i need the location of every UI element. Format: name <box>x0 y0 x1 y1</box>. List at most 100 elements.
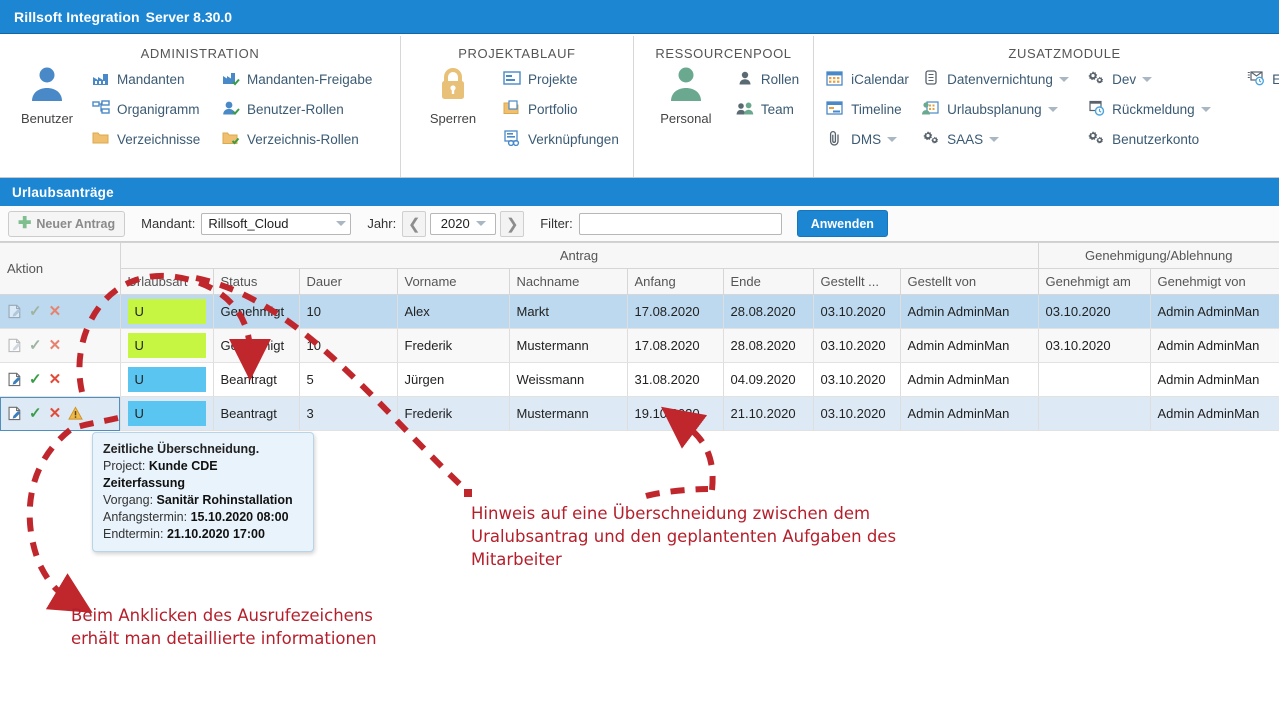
reject-icon[interactable]: ✕ <box>49 406 62 421</box>
table-row[interactable]: ✓ ✕ U Beantragt 3 Frederik Mustermann 19.10.202… <box>0 396 1279 431</box>
vacation-icon <box>922 100 942 118</box>
approve-icon[interactable]: ✓ <box>29 372 42 387</box>
edit-icon[interactable] <box>7 372 22 387</box>
ribbon-item-benutzerkonto[interactable]: Benutzerkonto <box>1087 124 1247 154</box>
chevron-down-icon[interactable] <box>1047 106 1058 112</box>
ribbon-item-rueckmeldung[interactable]: Rückmeldung <box>1087 94 1247 124</box>
cell-nachname: Mustermann <box>509 396 628 431</box>
tooltip-project-label: Project: <box>103 459 146 473</box>
ribbon-group-zusatzmodule: ZUSATZMODULE iCalendar Timeline DMS Date… <box>813 36 1279 177</box>
chevron-down-icon[interactable] <box>336 221 347 226</box>
approve-icon[interactable]: ✓ <box>29 304 42 319</box>
chevron-down-icon[interactable] <box>1200 106 1211 112</box>
ribbon-item-benutzer-rollen[interactable]: Benutzer-Rollen <box>222 94 392 124</box>
year-select[interactable]: 2020 <box>430 212 497 235</box>
chevron-down-icon[interactable] <box>989 136 1000 142</box>
gears-icon <box>922 130 942 148</box>
column-header-anfang[interactable]: Anfang <box>627 268 724 295</box>
ribbon-item-saas[interactable]: SAAS <box>922 124 1087 154</box>
column-group-antrag: Antrag <box>120 243 1039 269</box>
ribbon-item-team[interactable]: Team <box>736 94 805 124</box>
ribbon-item-verzeichnisse[interactable]: Verzeichnisse <box>92 124 212 154</box>
warning-icon[interactable] <box>68 406 84 421</box>
ribbon-item-mandanten[interactable]: Mandanten <box>92 64 212 94</box>
column-header-genehmigt-am[interactable]: Genehmigt am <box>1038 268 1151 295</box>
chevron-down-icon[interactable] <box>1142 76 1153 82</box>
tooltip-start-value: 15.10.2020 08:00 <box>190 510 289 524</box>
reject-icon[interactable]: ✕ <box>49 304 62 319</box>
approve-icon[interactable]: ✓ <box>29 406 42 421</box>
ribbon-group-administration: ADMINISTRATION Benutzer Mandanten Organi… <box>0 36 400 177</box>
filter-toolbar: ✚ Neuer Antrag Mandant: Rillsoft_Cloud J… <box>0 206 1279 242</box>
grid-group-header-row: Aktion Antrag Genehmigung/Ablehnung <box>0 243 1279 295</box>
column-header-aktion[interactable]: Aktion <box>0 243 121 295</box>
cell-gestellt-am: 03.10.2020 <box>813 396 901 431</box>
chevron-right-icon[interactable]: ❯ <box>500 210 525 237</box>
mandant-select[interactable]: Rillsoft_Cloud <box>201 212 352 235</box>
chevron-down-icon[interactable] <box>1058 76 1069 82</box>
cell-vorname: Alex <box>397 294 510 329</box>
column-header-status[interactable]: Status <box>213 268 300 295</box>
cell-urlaubsart: U <box>120 294 214 329</box>
tooltip-start-label: Anfangstermin: <box>103 510 188 524</box>
ribbon-item-urlaubsplanung[interactable]: Urlaubsplanung <box>922 94 1087 124</box>
table-row[interactable]: ✓ ✕ U Beantragt 5 Jürgen Weissmann 31.08.2020 04… <box>0 362 1279 397</box>
column-header-gestellt-von[interactable]: Gestellt von <box>900 268 1039 295</box>
ribbon-item-icalendar[interactable]: iCalendar <box>826 64 922 94</box>
cell-gestellt-von: Admin AdminMan <box>900 328 1039 363</box>
ribbon-item-timeline[interactable]: Timeline <box>826 94 922 124</box>
ribbon-big-button-sperren[interactable]: Sperren <box>409 58 497 177</box>
cell-anfang: 31.08.2020 <box>627 362 724 397</box>
chevron-left-icon[interactable]: ❮ <box>402 210 427 237</box>
ribbon-item-rollen[interactable]: Rollen <box>736 64 805 94</box>
ribbon-group-projektablauf: PROJEKTABLAUF Sperren Projekte Portfolio… <box>400 36 633 177</box>
column-header-urlaubsart[interactable]: Urlaubsart <box>120 268 214 295</box>
requests-grid: Aktion Antrag Genehmigung/Ablehnung Urla… <box>0 242 1279 431</box>
ribbon-item-verzeichnis-rollen[interactable]: Verzeichnis-Rollen <box>222 124 392 154</box>
chevron-down-icon[interactable] <box>887 136 898 142</box>
ribbon-item-verknuepfungen[interactable]: Verknüpfungen <box>503 124 625 154</box>
column-header-vorname[interactable]: Vorname <box>397 268 510 295</box>
leave-type-badge: U <box>127 401 206 426</box>
ribbon-item-datenvernichtung[interactable]: Datenvernichtung <box>922 64 1087 94</box>
factory-icon <box>92 70 112 88</box>
cell-ende: 28.08.2020 <box>723 328 814 363</box>
column-header-dauer[interactable]: Dauer <box>299 268 398 295</box>
edit-icon[interactable] <box>7 338 22 353</box>
column-header-gestellt-am[interactable]: Gestellt ... <box>813 268 901 295</box>
ribbon-item-label: Verknüpfungen <box>528 131 619 147</box>
table-row[interactable]: ✓ ✕ U Genehmigt 10 Frederik Mustermann 17.08.20… <box>0 328 1279 363</box>
approve-icon[interactable]: ✓ <box>29 338 42 353</box>
edit-icon[interactable] <box>7 406 22 421</box>
cell-genehmigt-von: Admin AdminMan <box>1150 362 1279 397</box>
table-row[interactable]: ✓ ✕ U Genehmigt 10 Alex Markt 17.08.2020 28.08.2… <box>0 294 1279 329</box>
ribbon-item-dev[interactable]: Dev <box>1087 64 1247 94</box>
reject-icon[interactable]: ✕ <box>49 372 62 387</box>
ribbon-item-organigramm[interactable]: Organigramm <box>92 94 212 124</box>
ribbon-item-email[interactable]: E- <box>1247 64 1279 94</box>
ribbon-group-ressourcenpool: RESSOURCENPOOL Personal Rollen Team <box>632 36 813 177</box>
tooltip-end-label: Endtermin: <box>103 527 164 541</box>
leave-type-badge: U <box>127 333 206 358</box>
team-icon <box>736 100 756 118</box>
chevron-down-icon[interactable] <box>475 221 486 226</box>
filter-input[interactable] <box>578 212 782 235</box>
cell-gestellt-von: Admin AdminMan <box>900 396 1039 431</box>
column-header-ende[interactable]: Ende <box>723 268 814 295</box>
reject-icon[interactable]: ✕ <box>49 338 62 353</box>
column-header-genehmigt-von[interactable]: Genehmigt von <box>1150 268 1279 295</box>
apply-button[interactable]: Anwenden <box>796 210 888 237</box>
ribbon-item-dms[interactable]: DMS <box>826 124 922 154</box>
ribbon-item-mandanten-freigabe[interactable]: Mandanten-Freigabe <box>222 64 392 94</box>
cell-status: Beantragt <box>213 396 300 431</box>
column-header-nachname[interactable]: Nachname <box>509 268 628 295</box>
ribbon-big-button-benutzer[interactable]: Benutzer <box>8 58 86 177</box>
ribbon-big-button-personal[interactable]: Personal <box>642 58 730 177</box>
new-request-button[interactable]: ✚ Neuer Antrag <box>8 210 126 237</box>
edit-icon[interactable] <box>7 304 22 319</box>
ribbon-item-portfolio[interactable]: Portfolio <box>503 94 625 124</box>
ribbon-big-button-label: Sperren <box>429 111 477 126</box>
ribbon-item-projekte[interactable]: Projekte <box>503 64 625 94</box>
cell-genehmigt-am <box>1038 362 1151 397</box>
email-clock-icon <box>1247 70 1267 88</box>
